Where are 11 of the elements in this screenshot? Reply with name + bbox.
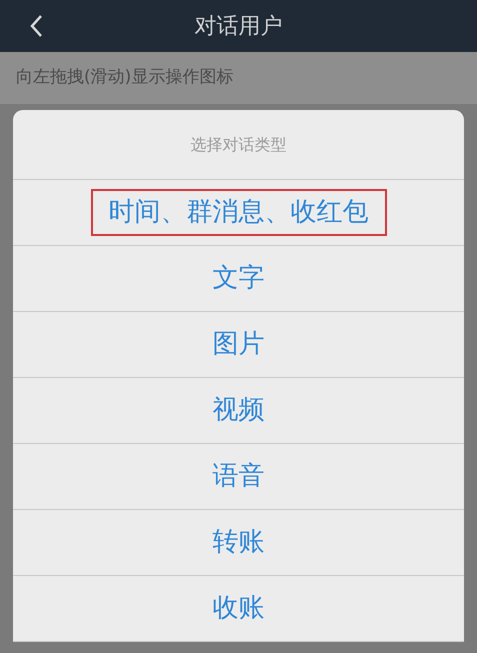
header-title: 对话用户 <box>194 12 282 40</box>
option-button[interactable]: 图片 <box>196 323 280 366</box>
option-button[interactable]: 收账 <box>196 587 280 630</box>
back-icon <box>29 14 43 38</box>
option-button[interactable]: 文字 <box>196 257 280 300</box>
option-button[interactable]: 语音 <box>196 455 280 498</box>
option-button[interactable]: 转账 <box>196 521 280 564</box>
option-button[interactable]: 时间、群消息、收红包 <box>90 189 386 236</box>
dialog-title: 选择对话类型 <box>190 134 286 156</box>
option-button[interactable]: 视频 <box>196 389 280 432</box>
hint-text: 向左拖拽(滑动)显示操作图标 <box>16 66 234 90</box>
